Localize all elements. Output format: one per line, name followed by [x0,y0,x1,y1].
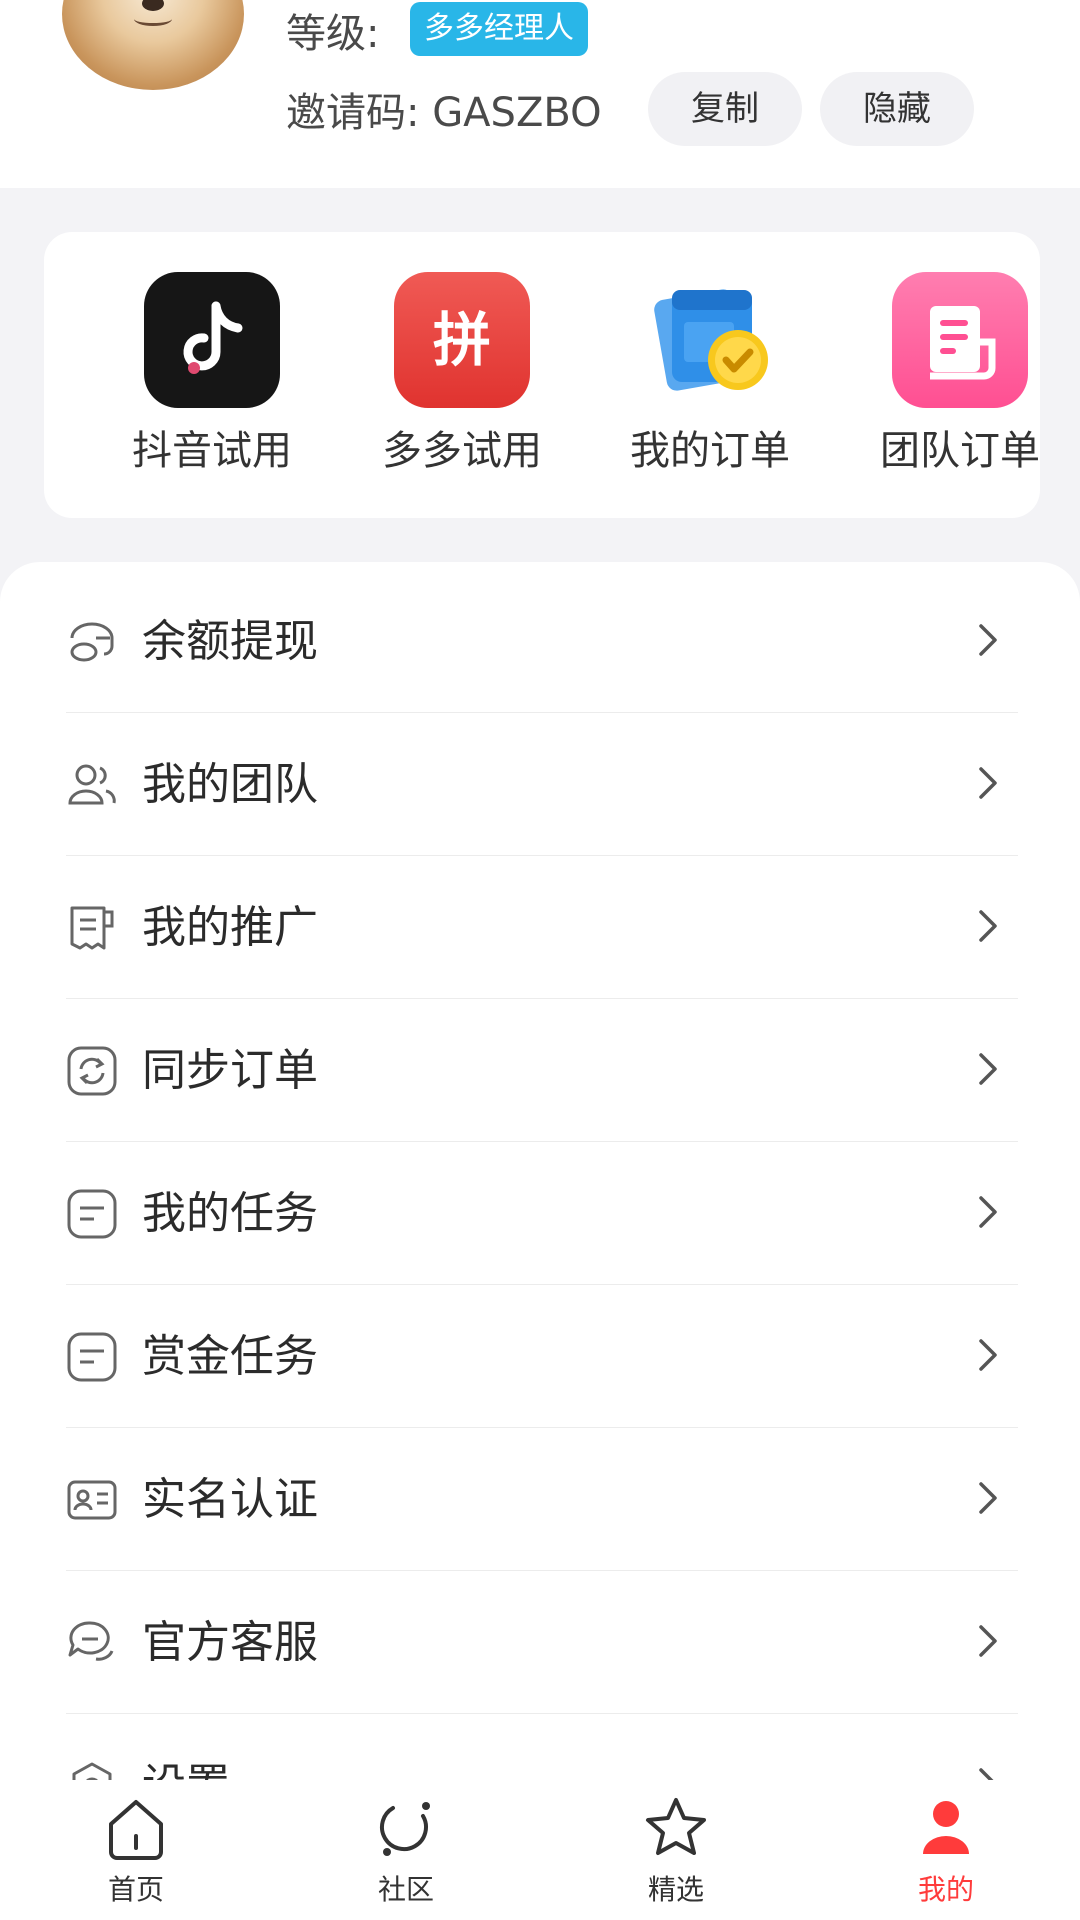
profile-header: 等级: 多多经理人 邀请码: GASZBO 复制 隐藏 [0,0,1080,188]
tab-label: 首页 [107,1873,164,1906]
quick-action-label: 抖音试用 [132,428,292,474]
tiktok-icon [144,272,280,408]
tab-label: 我的 [917,1873,974,1906]
team-icon [68,764,116,805]
community-icon [379,1802,430,1856]
chevron-right-icon [979,910,997,942]
id-card-icon [67,1480,117,1520]
avatar-mouth [134,12,172,26]
menu-item-label: 同步订单 [142,1045,318,1096]
avatar[interactable] [62,0,244,90]
user-icon [923,1801,969,1854]
quick-action-douyin-trial[interactable]: 抖音试用 [112,272,312,476]
menu-list: 余额提现 我的团队 我的推广 同步订单 我的任务 赏金任务 实名认证 官方客服 [0,562,1080,1802]
quick-action-pdd-trial[interactable]: 拼 多多试用 [362,272,562,476]
menu-item-my-tasks[interactable]: 我的任务 [66,1142,1018,1285]
tab-home[interactable]: 首页 [56,1794,216,1910]
chevron-right-icon [979,1339,997,1371]
tab-label: 精选 [647,1873,704,1906]
hide-button[interactable]: 隐藏 [820,72,974,146]
level-label: 等级: [286,11,380,57]
quick-action-team-orders[interactable]: 团队订单 [860,272,1060,476]
chevron-right-icon [979,767,997,799]
quick-action-label: 团队订单 [880,428,1040,474]
chevron-right-icon [979,1625,997,1657]
wallet-icon [70,622,114,662]
level-badge: 多多经理人 [410,2,588,56]
menu-item-label: 我的推广 [142,902,318,953]
tab-label: 社区 [377,1873,434,1906]
bottom-tab-bar: 首页 社区 精选 我的 [0,1784,1080,1920]
team-order-icon [892,272,1028,408]
chevron-right-icon [979,1053,997,1085]
menu-item-sync-orders[interactable]: 同步订单 [66,999,1018,1142]
pinduoduo-glyph: 拼 [432,306,491,374]
menu-item-label: 官方客服 [142,1617,318,1668]
invite-code: 邀请码: GASZBO [286,90,602,136]
settings-icon [72,1762,112,1780]
menu-item-label: 余额提现 [142,616,318,667]
menu-item-label: 我的任务 [142,1188,318,1239]
task-icon [67,1189,117,1239]
pinduoduo-icon: 拼 [394,272,530,408]
sync-icon [67,1046,117,1096]
quick-action-my-orders[interactable]: 我的订单 [610,272,810,476]
menu-item-bounty-tasks[interactable]: 赏金任务 [66,1285,1018,1428]
home-icon [109,1800,163,1860]
chat-icon [68,1621,114,1661]
copy-button[interactable]: 复制 [648,72,802,146]
menu-item-label: 我的团队 [142,759,318,810]
star-icon [646,1798,706,1855]
menu-item-my-team[interactable]: 我的团队 [66,713,1018,856]
chevron-right-icon [979,1196,997,1228]
tab-me[interactable]: 我的 [866,1794,1026,1910]
quick-action-label: 我的订单 [630,428,790,474]
menu-item-my-promotion[interactable]: 我的推广 [66,856,1018,999]
menu-item-label: 赏金任务 [142,1331,318,1382]
menu-item-label: 实名认证 [142,1474,318,1525]
tab-featured[interactable]: 精选 [596,1794,756,1910]
quick-actions-card: 抖音试用 拼 多多试用 我的订单 团队订单 [44,232,1040,518]
quick-action-label: 多多试用 [382,428,542,474]
menu-item-withdraw[interactable]: 余额提现 [66,570,1018,713]
menu-item-real-name-verification[interactable]: 实名认证 [66,1428,1018,1571]
tab-community[interactable]: 社区 [326,1794,486,1910]
chevron-right-icon [979,624,997,656]
menu-item-label: 设置 [142,1758,230,1780]
avatar-nose [142,0,164,11]
order-calendar-icon [642,272,778,408]
menu-item-settings[interactable]: 设置 [66,1714,1018,1780]
promotion-icon [70,906,114,950]
menu-item-customer-service[interactable]: 官方客服 [66,1571,1018,1714]
chevron-right-icon [979,1768,994,1780]
bounty-task-icon [67,1332,117,1382]
chevron-right-icon [979,1482,997,1514]
